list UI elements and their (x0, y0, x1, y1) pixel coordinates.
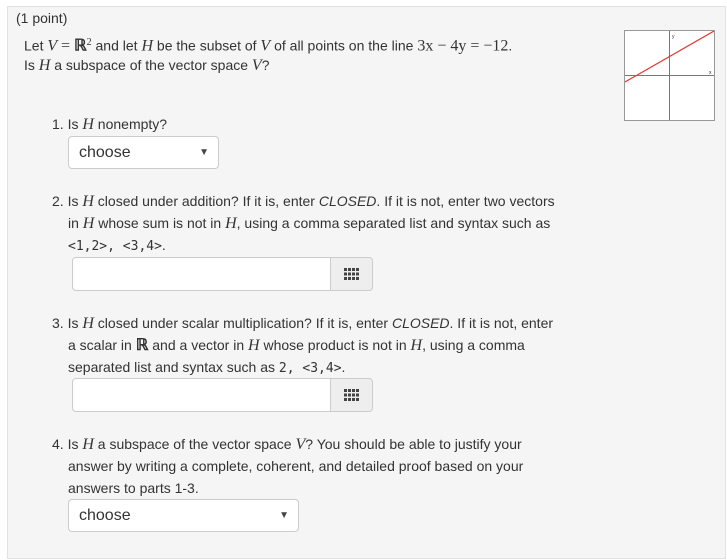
q3-equation-editor-button[interactable] (330, 378, 373, 412)
line-graph-image: y x (624, 30, 715, 121)
problem-statement-line2: Is H a subspace of the vector space V? (24, 57, 270, 74)
question-4-line2: answer by writing a complete, coherent, … (68, 458, 524, 474)
question-2-line2: in H whose sum is not in H, using a comm… (68, 215, 551, 232)
q1-select-value: choose (79, 144, 131, 161)
question-3-line2: a scalar in ℝ and a vector in H whose pr… (68, 337, 525, 354)
q4-select-value: choose (79, 507, 131, 524)
q2-equation-editor-button[interactable] (330, 257, 373, 291)
q2-answer-input[interactable] (72, 257, 331, 291)
grid-icon (344, 389, 359, 401)
grid-icon (344, 268, 359, 280)
question-1: 1. Is H nonempty? (52, 116, 168, 133)
caret-down-icon: ▼ (279, 510, 289, 521)
y-axis-label: y (672, 34, 675, 40)
question-4-line3: answers to parts 1-3. (68, 480, 199, 496)
question-2-line1: 2. Is H closed under addition? If it is,… (52, 193, 555, 210)
q3-answer-group (72, 378, 373, 412)
q2-answer-group (72, 257, 373, 291)
q3-answer-input[interactable] (72, 378, 331, 412)
points-label: (1 point) (16, 10, 68, 26)
caret-down-icon: ▼ (199, 147, 209, 158)
question-4-line1: 4. Is H a subspace of the vector space V… (52, 436, 522, 453)
question-3-line1: 3. Is H closed under scalar multiplicati… (52, 315, 554, 332)
question-2-line3: <1,2>, <3,4>. (68, 237, 166, 254)
question-3-line3: separated list and syntax such as 2, <3,… (68, 359, 346, 376)
line-graph-svg: y x (624, 30, 715, 120)
q4-answer-select[interactable]: choose ▼ (68, 499, 299, 532)
q1-answer-select[interactable]: choose ▼ (68, 136, 219, 169)
